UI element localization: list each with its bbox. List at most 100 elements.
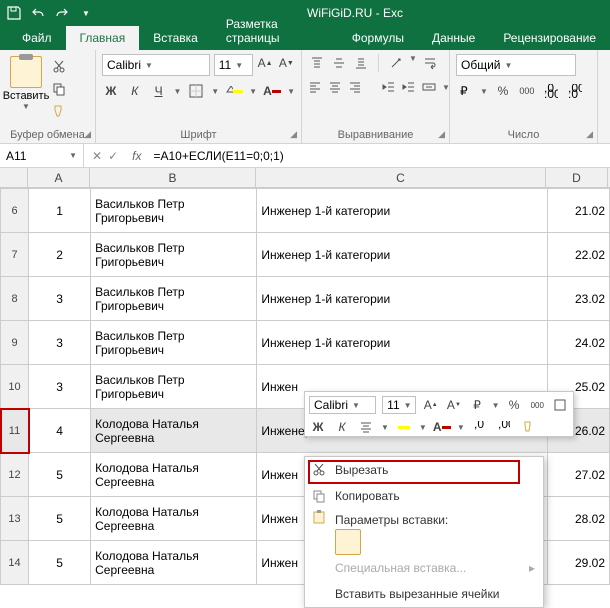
- shrink-font-icon[interactable]: A▼: [278, 54, 295, 72]
- tab-review[interactable]: Рецензирование: [489, 26, 610, 50]
- row-header[interactable]: 12: [1, 453, 29, 497]
- cancel-formula-icon[interactable]: ✕: [92, 149, 102, 163]
- increase-decimal-icon[interactable]: ,0,00: [542, 82, 560, 100]
- fx-icon[interactable]: fx: [126, 149, 147, 163]
- row-header[interactable]: 14: [1, 541, 29, 585]
- row-header[interactable]: 11: [1, 409, 29, 453]
- cell[interactable]: Васильков Петр Григорьевич: [91, 321, 257, 365]
- row-header[interactable]: 6: [1, 189, 29, 233]
- tab-file[interactable]: Файл: [8, 26, 66, 50]
- qat-dropdown-icon[interactable]: ▼: [78, 5, 94, 21]
- cell[interactable]: Инженер 1-й категории: [257, 189, 547, 233]
- cell[interactable]: 5: [29, 497, 91, 541]
- align-middle-icon[interactable]: [330, 54, 348, 72]
- cell[interactable]: 22.02: [547, 233, 609, 277]
- row-header[interactable]: 9: [1, 321, 29, 365]
- decrease-decimal-icon[interactable]: ,00,0: [566, 82, 584, 100]
- save-icon[interactable]: [6, 5, 22, 21]
- number-launcher-icon[interactable]: ◢: [586, 129, 593, 140]
- mini-grow-font-icon[interactable]: A▲: [422, 396, 439, 414]
- mini-decimal-dec-icon[interactable]: ,00: [495, 418, 513, 436]
- table-row[interactable]: 72Васильков Петр ГригорьевичИнженер 1-й …: [1, 233, 610, 277]
- cell[interactable]: Колодова Наталья Сергеевна: [91, 453, 257, 497]
- paste-dropdown-icon[interactable]: ▼: [22, 102, 30, 111]
- undo-icon[interactable]: [30, 5, 46, 21]
- accounting-icon[interactable]: ₽: [456, 82, 474, 100]
- cell[interactable]: 3: [29, 321, 91, 365]
- mini-percent-icon[interactable]: %: [506, 396, 523, 414]
- format-painter-icon[interactable]: [50, 102, 68, 120]
- cell[interactable]: 3: [29, 277, 91, 321]
- mini-fontcolor-icon[interactable]: A: [433, 418, 451, 436]
- paste-button[interactable]: Вставить ▼: [6, 54, 46, 111]
- cell[interactable]: Колодова Наталья Сергеевна: [91, 541, 257, 585]
- ctx-copy[interactable]: Копировать: [305, 483, 543, 509]
- cell[interactable]: Инженер 1-й категории: [257, 233, 547, 277]
- increase-indent-icon[interactable]: [402, 78, 416, 96]
- cell[interactable]: Колодова Наталья Сергеевна: [91, 497, 257, 541]
- align-right-icon[interactable]: [348, 78, 362, 96]
- cell[interactable]: Васильков Петр Григорьевич: [91, 365, 257, 409]
- cell[interactable]: Васильков Петр Григорьевич: [91, 233, 257, 277]
- alignment-launcher-icon[interactable]: ◢: [438, 129, 445, 140]
- bold-button[interactable]: Ж: [102, 82, 120, 100]
- cell[interactable]: 23.02: [547, 277, 609, 321]
- row-header[interactable]: 8: [1, 277, 29, 321]
- cell[interactable]: 2: [29, 233, 91, 277]
- percent-icon[interactable]: %: [494, 82, 512, 100]
- table-row[interactable]: 83Васильков Петр ГригорьевичИнженер 1-й …: [1, 277, 610, 321]
- mini-shrink-font-icon[interactable]: A▼: [445, 396, 462, 414]
- tab-layout[interactable]: Разметка страницы: [212, 12, 338, 50]
- ctx-cut[interactable]: Вырезать: [305, 457, 543, 483]
- name-box[interactable]: A11▼: [0, 144, 84, 167]
- cell[interactable]: 24.02: [547, 321, 609, 365]
- formula-input[interactable]: =A10+ЕСЛИ(E11=0;0;1): [147, 149, 610, 163]
- copy-icon[interactable]: [50, 80, 68, 98]
- col-header-c[interactable]: C: [256, 168, 546, 187]
- col-header-b[interactable]: B: [90, 168, 256, 187]
- cell[interactable]: Васильков Петр Григорьевич: [91, 189, 257, 233]
- clipboard-launcher-icon[interactable]: ◢: [84, 129, 91, 140]
- mini-align-icon[interactable]: [357, 418, 375, 436]
- cell[interactable]: 5: [29, 541, 91, 585]
- cell[interactable]: 5: [29, 453, 91, 497]
- font-launcher-icon[interactable]: ◢: [290, 129, 297, 140]
- wrap-text-icon[interactable]: [421, 54, 439, 72]
- align-bottom-icon[interactable]: [352, 54, 370, 72]
- paste-option-icon[interactable]: [335, 529, 361, 555]
- mini-comma-icon[interactable]: 000: [529, 396, 546, 414]
- tab-formulas[interactable]: Формулы: [338, 26, 418, 50]
- mini-accounting-icon[interactable]: ₽: [468, 396, 485, 414]
- cell[interactable]: 3: [29, 365, 91, 409]
- select-all-corner[interactable]: [0, 168, 28, 187]
- col-header-a[interactable]: A: [28, 168, 90, 187]
- cell[interactable]: 28.02: [547, 497, 609, 541]
- tab-home[interactable]: Главная: [66, 26, 140, 50]
- cut-icon[interactable]: [50, 58, 68, 76]
- mini-fill-icon[interactable]: [395, 418, 413, 436]
- row-header[interactable]: 13: [1, 497, 29, 541]
- mini-format-painter-icon[interactable]: [519, 418, 537, 436]
- cell[interactable]: 1: [29, 189, 91, 233]
- cell[interactable]: 29.02: [547, 541, 609, 585]
- italic-button[interactable]: К: [126, 82, 144, 100]
- row-header[interactable]: 7: [1, 233, 29, 277]
- font-size-combo[interactable]: 11▼: [214, 54, 253, 76]
- fill-color-icon[interactable]: [225, 82, 243, 100]
- underline-button[interactable]: Ч: [150, 82, 168, 100]
- align-center-icon[interactable]: [328, 78, 342, 96]
- align-left-icon[interactable]: [308, 78, 322, 96]
- cell[interactable]: Васильков Петр Григорьевич: [91, 277, 257, 321]
- cell[interactable]: Инженер 1-й категории: [257, 277, 547, 321]
- row-header[interactable]: 10: [1, 365, 29, 409]
- mini-size-combo[interactable]: 11▼: [382, 396, 416, 414]
- ctx-insert-cut[interactable]: Вставить вырезанные ячейки: [305, 581, 543, 607]
- cell[interactable]: 27.02: [547, 453, 609, 497]
- comma-icon[interactable]: 000: [518, 82, 536, 100]
- number-format-combo[interactable]: Общий▼: [456, 54, 576, 76]
- table-row[interactable]: 61Васильков Петр ГригорьевичИнженер 1-й …: [1, 189, 610, 233]
- mini-italic-button[interactable]: К: [333, 418, 351, 436]
- cell[interactable]: 21.02: [547, 189, 609, 233]
- redo-icon[interactable]: [54, 5, 70, 21]
- enter-formula-icon[interactable]: ✓: [108, 149, 118, 163]
